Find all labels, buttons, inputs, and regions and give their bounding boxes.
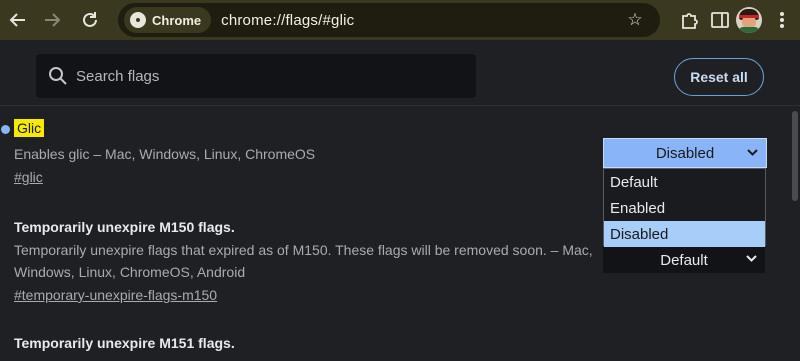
experiment-title: Temporarily unexpire M151 flags. [14,335,235,351]
experiment-link[interactable]: #glic [14,166,43,188]
flags-header: Reset all [0,40,800,106]
experiment-title: Glic [14,119,45,137]
puzzle-icon [682,13,698,29]
reload-button[interactable] [76,6,104,34]
option-disabled[interactable]: Disabled [604,221,765,247]
address-bar[interactable]: Chrome chrome://flags/#glic [118,3,660,37]
option-default[interactable]: Default [604,169,765,195]
scrollbar-thumb[interactable] [792,111,798,201]
m150-select[interactable]: Default [603,247,765,273]
search-icon [48,66,68,86]
extensions-button[interactable] [678,8,702,32]
site-info-chip[interactable]: Chrome [124,7,212,33]
select-value: Disabled [655,144,715,162]
url-text[interactable]: chrome://flags/#glic [221,12,354,29]
profile-avatar[interactable] [736,7,762,33]
glic-select[interactable]: Disabled [603,138,767,168]
bookmark-star-icon[interactable]: ☆ [624,9,646,31]
back-button[interactable] [4,6,32,34]
chevron-down-icon [747,147,758,161]
experiment-glic: Glic [14,119,45,138]
side-panel-icon [711,12,729,28]
back-arrow-icon [9,13,25,27]
experiment-description-cont: Windows, Linux, ChromeOS, Android [14,264,246,280]
experiment-description: Temporarily unexpire flags that expired … [14,242,593,258]
forward-arrow-icon [45,13,61,27]
reset-all-button[interactable]: Reset all [674,58,764,96]
side-panel-button[interactable] [708,8,732,32]
scrollbar[interactable] [790,107,800,361]
search-box[interactable] [36,54,476,98]
search-input[interactable] [76,67,456,85]
chrome-logo-icon [130,12,146,28]
experiment-title: Temporarily unexpire M150 flags. [14,219,235,235]
option-enabled[interactable]: Enabled [604,195,765,221]
more-menu-button[interactable] [772,9,792,31]
experiment-description: Enables glic – Mac, Windows, Linux, Chro… [14,146,316,162]
experiment-link[interactable]: #temporary-unexpire-flags-m150 [14,284,217,306]
chevron-down-icon [746,253,757,267]
browser-toolbar: Chrome chrome://flags/#glic ☆ [0,0,800,40]
select-options-list: Default Enabled Disabled [603,168,766,247]
chip-label: Chrome [152,12,202,28]
modified-indicator-dot [1,125,10,134]
reload-icon [83,12,97,27]
select-value: Default [660,251,708,269]
forward-button[interactable] [38,6,66,34]
